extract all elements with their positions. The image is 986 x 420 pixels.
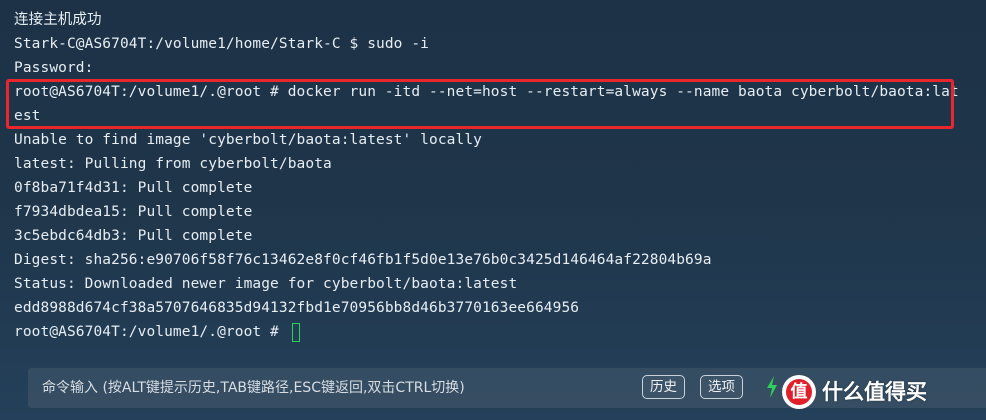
output-line: Stark-C@AS6704T:/volume1/home/Stark-C $ … [14,36,429,52]
terminal-output: 连接主机成功 Stark-C@AS6704T:/volume1/home/Sta… [14,8,976,344]
shell-prompt: root@AS6704T:/volume1/.@root # [14,324,288,340]
command-highlight-box [6,79,954,129]
current-prompt-line[interactable]: root@AS6704T:/volume1/.@root # [14,320,976,344]
output-line: Password: [14,60,94,76]
output-line: 连接主机成功 [14,12,102,28]
watermark: 值 什么值得买 [782,372,982,410]
output-line: edd8988d674cf38a5707646835d94132fbd1e709… [14,300,580,316]
output-line: Digest: sha256:e90706f58f76c13462e8f0cf4… [14,252,712,268]
output-line: f7934dbdea15: Pull complete [14,204,253,220]
output-line: 3c5ebdc64db3: Pull complete [14,228,253,244]
lightning-bolt-icon[interactable] [764,375,780,399]
watermark-logo-mark: 值 [786,379,812,405]
output-line: Status: Downloaded newer image for cyber… [14,276,518,292]
history-button[interactable]: 历史 [642,375,685,399]
output-line: latest: Pulling from cyberbolt/baota [14,156,332,172]
watermark-logo: 值 [782,375,816,409]
terminal-cursor [291,322,300,342]
watermark-text: 什么值得买 [822,380,927,404]
output-line: Unable to find image 'cyberbolt/baota:la… [14,132,482,148]
options-button[interactable]: 选项 [700,375,743,399]
command-input-placeholder[interactable]: 命令输入 (按ALT键提示历史,TAB键路径,ESC键返回,双击CTRL切换) [42,377,465,397]
terminal-window[interactable]: 连接主机成功 Stark-C@AS6704T:/volume1/home/Sta… [0,0,986,420]
output-line: 0f8ba71f4d31: Pull complete [14,180,253,196]
